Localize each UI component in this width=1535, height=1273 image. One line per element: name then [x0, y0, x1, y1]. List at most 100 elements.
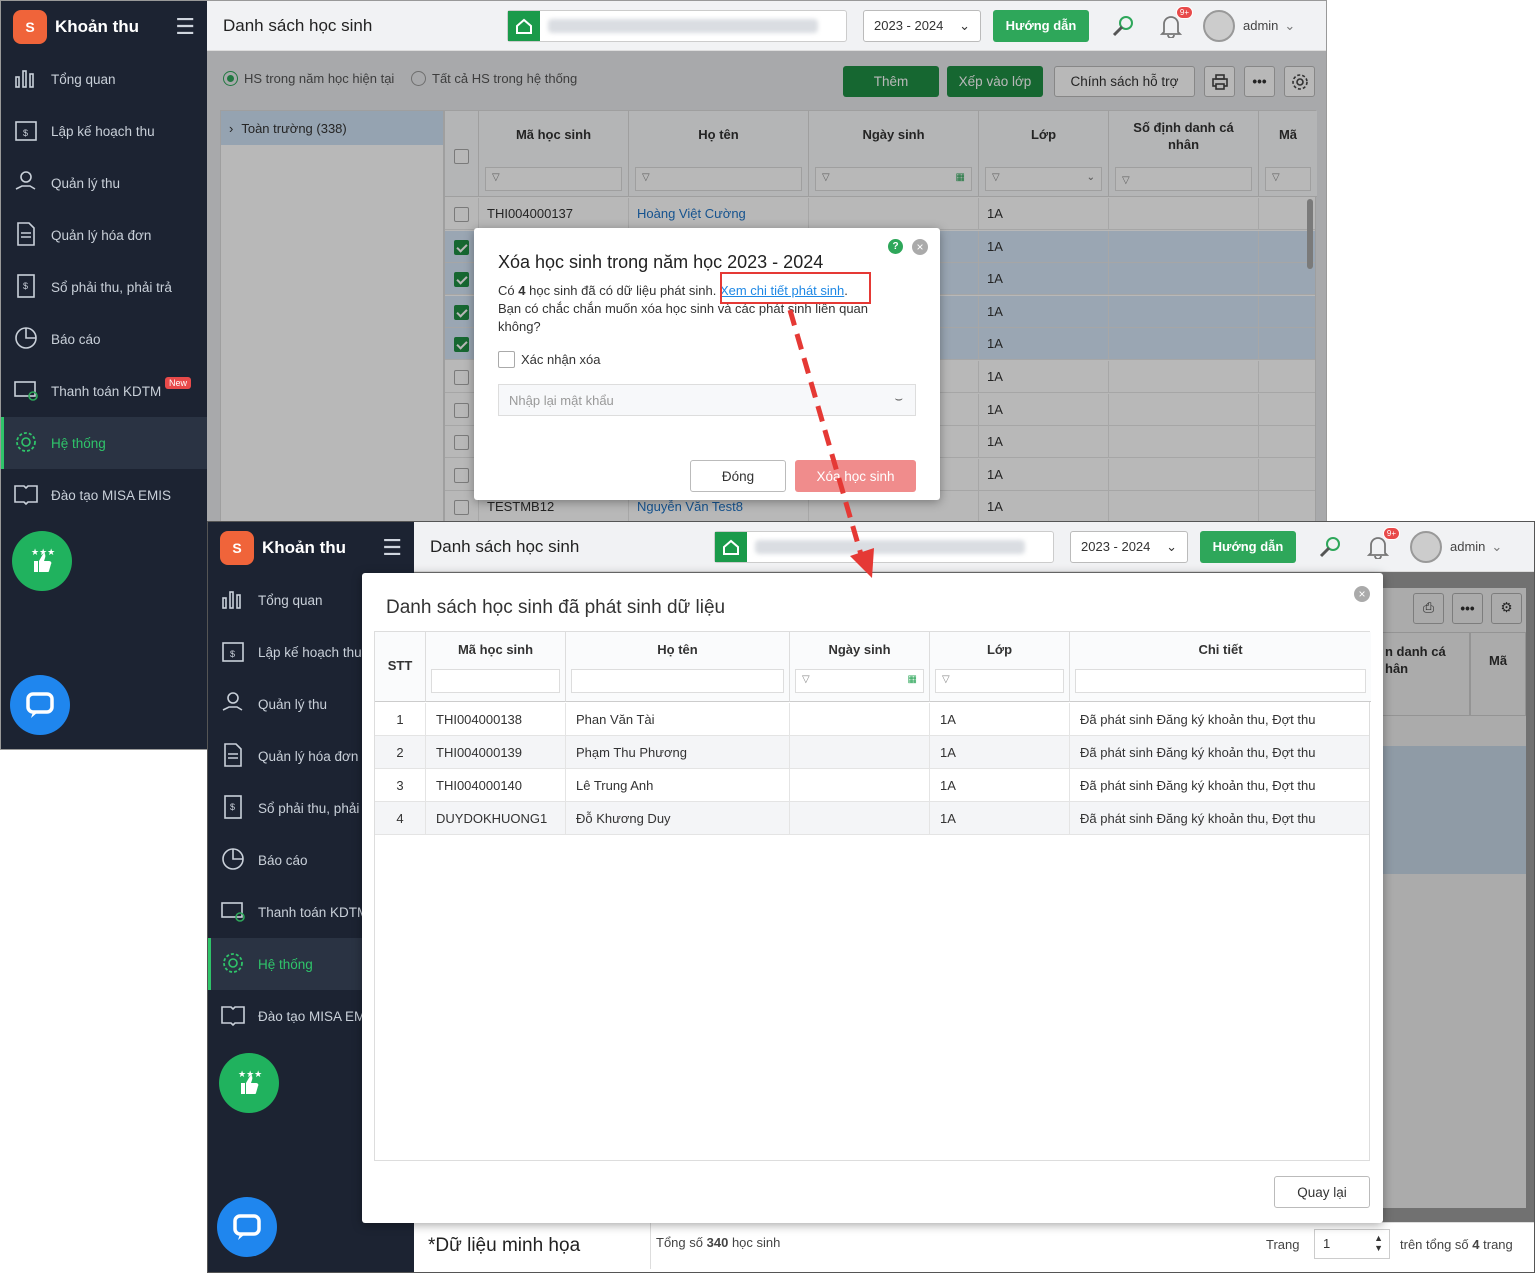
nav-item-ledger[interactable]: $ Sổ phải thu, phải trả: [1, 261, 207, 313]
calendar-money-icon: $: [220, 638, 246, 667]
eye-closed-icon[interactable]: ⌣: [894, 391, 903, 407]
pages-prefix: trên tổng số: [1400, 1237, 1469, 1252]
chevron-down-icon: ⌄: [1166, 538, 1177, 554]
school-name-blurred: [755, 539, 1025, 554]
cell-class: 1A: [930, 736, 1070, 769]
nav-item-book[interactable]: Đào tạo MISA EMIS: [1, 469, 207, 521]
avatar[interactable]: [1203, 9, 1235, 42]
avatar[interactable]: [1410, 530, 1442, 563]
detail-dialog: × Danh sách học sinh đã phát sinh dữ liệ…: [362, 573, 1383, 1223]
table-row[interactable]: 4 DUYDOKHUONG1 Đỗ Khương Duy 1A Đã phát sinh…: [375, 802, 1369, 835]
guide-button[interactable]: Hướng dẫn: [1200, 530, 1296, 563]
page-label: Trang: [1266, 1237, 1300, 1252]
rate-thumbs-up-icon[interactable]: ★★★: [219, 1053, 279, 1113]
tools-icon[interactable]: [1316, 533, 1344, 561]
filter-input[interactable]: [1075, 669, 1366, 693]
invoice-icon: [220, 742, 246, 771]
nav-item-gear[interactable]: Hệ thống: [1, 417, 207, 469]
pages-suffix: trang: [1483, 1237, 1513, 1252]
user-name[interactable]: admin: [1450, 539, 1485, 554]
invoice-icon: [13, 221, 39, 250]
menu-icon[interactable]: ☰: [175, 14, 195, 40]
nav-label: Quản lý thu: [258, 696, 328, 712]
nav-item-pie-chart[interactable]: Báo cáo: [1, 313, 207, 365]
page-title: Danh sách học sinh: [223, 15, 373, 35]
close-icon[interactable]: ×: [1354, 586, 1370, 602]
dialog-title: Xóa học sinh trong năm học 2023 - 2024: [498, 252, 824, 272]
delete-student-button[interactable]: Xóa học sinh: [795, 460, 916, 492]
table-row[interactable]: 3 THI004000140 Lê Trung Anh 1A Đã phát sinh …: [375, 769, 1369, 802]
close-button[interactable]: Đóng: [690, 460, 786, 492]
nav-item-hand-coin[interactable]: Quản lý thu: [1, 157, 207, 209]
msg-line3: không?: [498, 319, 541, 334]
gear-icon: [13, 429, 39, 458]
col-name-label: Họ tên: [657, 642, 698, 657]
table-row[interactable]: 1 THI004000138 Phan Văn Tài 1A Đã phát sinh …: [375, 703, 1369, 736]
nav-item-calendar-money[interactable]: $ Lập kế hoạch thu: [1, 105, 207, 157]
rate-thumbs-up-icon[interactable]: ★★★: [12, 531, 72, 591]
school-selector[interactable]: [507, 9, 847, 42]
confirm-delete-checkbox[interactable]: Xác nhận xóa: [498, 351, 601, 368]
cell-stt: 3: [375, 769, 426, 802]
app-name: Khoản thu: [55, 17, 140, 36]
year-value: 2023 - 2024: [874, 18, 944, 33]
ledger-icon: $: [13, 273, 39, 302]
col-name: Họ tên: [566, 632, 790, 702]
gear-icon: [220, 950, 246, 979]
book-icon: [220, 1002, 246, 1031]
guide-button[interactable]: Hướng dẫn: [993, 9, 1089, 42]
illustration-note: *Dữ liệu minh họa: [428, 1235, 581, 1256]
app-logo-icon: S: [13, 10, 47, 44]
nav-label: Quản lý hóa đơn: [51, 227, 152, 243]
col-detail-label: Chi tiết: [1198, 642, 1243, 657]
help-icon[interactable]: ?: [888, 239, 903, 254]
nav-label: Tổng quan: [258, 592, 323, 608]
cell-code: THI004000140: [426, 769, 566, 802]
password-placeholder: Nhập lại mật khẩu: [509, 393, 614, 408]
bell-icon[interactable]: 9+: [1157, 5, 1193, 40]
screenshot-detail-dialog: S Khoản thu ☰ Tổng quan $ Lập kế hoạch thu…: [207, 521, 1535, 1273]
cell-dob: [790, 802, 930, 835]
hand-coin-icon: [13, 169, 39, 198]
user-name[interactable]: admin: [1243, 18, 1278, 33]
filter-input[interactable]: ▽: [935, 669, 1064, 693]
password-input[interactable]: Nhập lại mật khẩu ⌣: [498, 384, 916, 416]
cell-dob: [790, 703, 930, 736]
col-stt-label: STT: [387, 658, 413, 673]
nav-item-card-payment[interactable]: Thanh toán KDTM New: [1, 365, 207, 417]
cell-name: Phạm Thu Phương: [566, 736, 790, 769]
date-filter-input[interactable]: ▽ ▦: [795, 669, 924, 693]
app-header: S Khoản thu ☰: [208, 522, 414, 574]
checkbox-icon: [498, 351, 515, 368]
col-detail: Chi tiết: [1070, 632, 1371, 702]
page-input[interactable]: 1 ▲ ▼: [1314, 1229, 1390, 1259]
nav-label: Thanh toán KDTM: [258, 904, 369, 920]
tools-icon[interactable]: [1109, 12, 1137, 40]
cell-code: DUYDOKHUONG1: [426, 802, 566, 835]
footer: *Dữ liệu minh họa Tổng số 340 học sinh T…: [414, 1222, 1534, 1272]
nav-item-chart-bars[interactable]: Tổng quan: [1, 53, 207, 105]
bell-icon[interactable]: 9+: [1364, 526, 1400, 561]
cell-class: 1A: [930, 802, 1070, 835]
year-select[interactable]: 2023 - 2024 ⌄: [1070, 530, 1188, 563]
col-class: Lớp ▽: [930, 632, 1070, 702]
cell-dob: [790, 769, 930, 802]
filter-input[interactable]: [571, 669, 784, 693]
nav-item-invoice[interactable]: Quản lý hóa đơn: [1, 209, 207, 261]
total-prefix: Tổng số: [656, 1235, 703, 1250]
chat-icon[interactable]: [10, 675, 70, 735]
back-button[interactable]: Quay lại: [1274, 1176, 1370, 1208]
table-row[interactable]: 2 THI004000139 Phạm Thu Phương 1A Đã phát si…: [375, 736, 1369, 769]
nav-label: Hệ thống: [51, 435, 106, 451]
cell-detail: Đã phát sinh Đăng ký khoản thu, Đợt thu: [1080, 745, 1316, 760]
stepper-icon[interactable]: ▲ ▼: [1374, 1233, 1383, 1253]
school-selector[interactable]: [714, 530, 1054, 563]
nav-label: Thanh toán KDTM: [51, 383, 162, 399]
filter-input[interactable]: [431, 669, 560, 693]
close-icon[interactable]: ×: [912, 239, 928, 255]
card-payment-icon: [13, 377, 39, 406]
col-dob-label: Ngày sinh: [828, 642, 891, 657]
menu-icon[interactable]: ☰: [382, 535, 402, 561]
year-select[interactable]: 2023 - 2024 ⌄: [863, 9, 981, 42]
chat-icon[interactable]: [217, 1197, 277, 1257]
